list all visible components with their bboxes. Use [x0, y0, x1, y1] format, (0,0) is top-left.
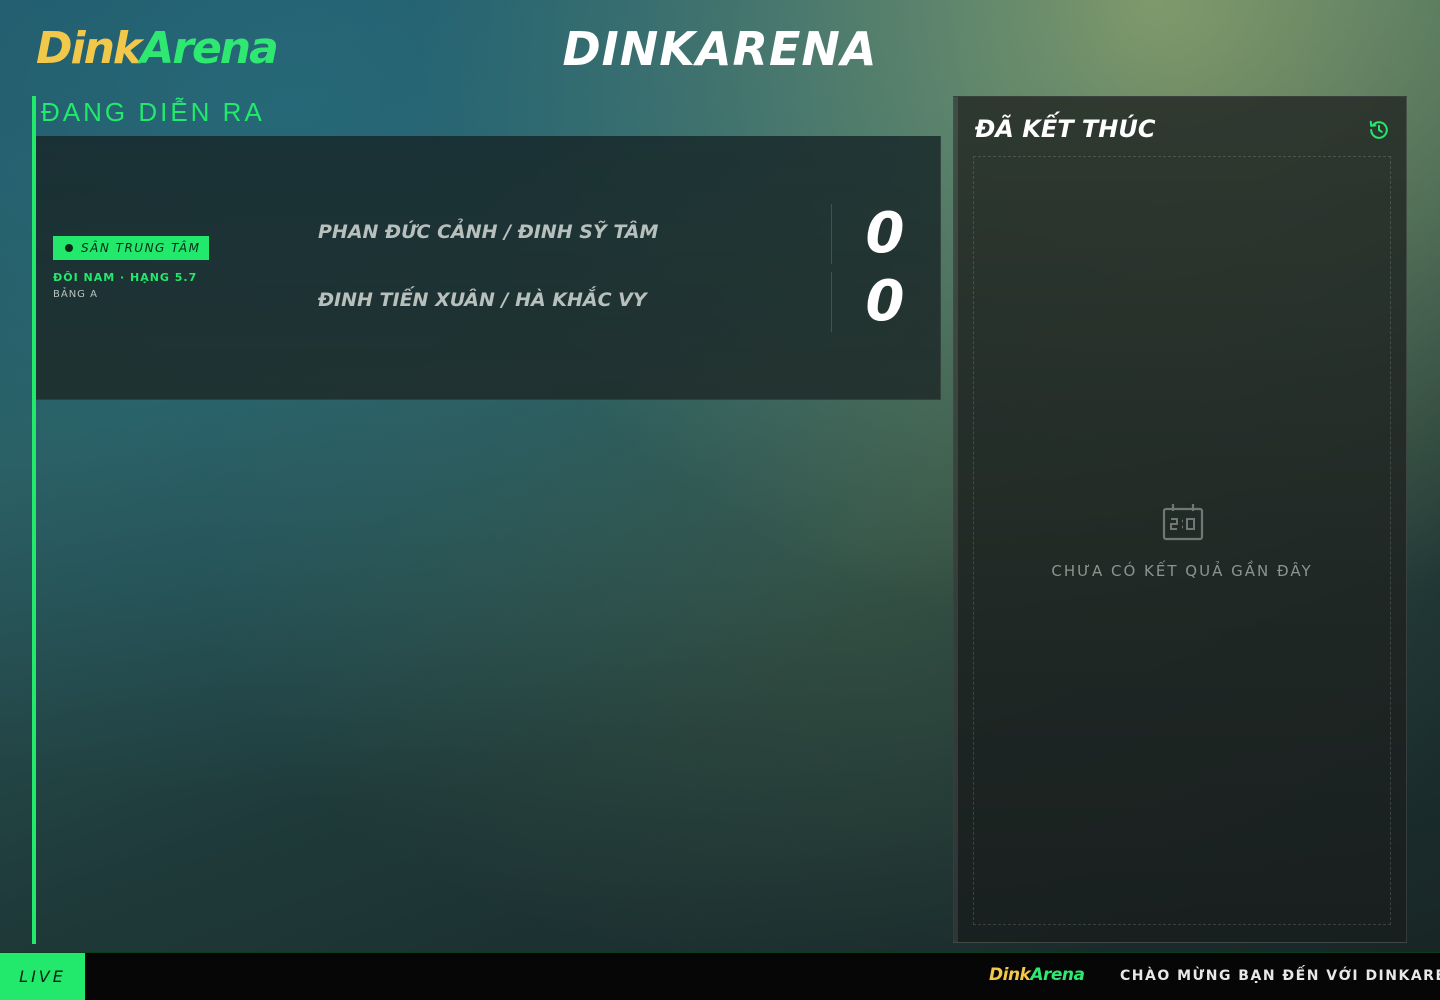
score-divider: [831, 272, 832, 332]
ticker-logo-arena: Arena: [1030, 965, 1085, 985]
finished-matches-panel: ĐÃ KẾT THÚC CHƯA CÓ KẾT QUẢ GẦN ĐÂY: [953, 96, 1407, 943]
live-badge: LIVE: [0, 953, 85, 1000]
scoreboard-icon: [1161, 502, 1205, 542]
ticker-logo: DinkArena: [989, 965, 1085, 985]
team2-name: ĐINH TIẾN XUÂN / HÀ KHẮC VY: [318, 289, 647, 311]
match-group: BẢNG A: [53, 289, 98, 300]
team1-score: 0: [865, 201, 905, 266]
history-icon[interactable]: [1368, 119, 1390, 141]
recent-results-list: CHƯA CÓ KẾT QUẢ GẦN ĐÂY: [973, 156, 1391, 925]
court-badge: SÂN TRUNG TÂM: [53, 236, 209, 260]
team1-name: PHAN ĐỨC CẢNH / ĐINH SỸ TÂM: [318, 221, 659, 243]
court-label: SÂN TRUNG TÂM: [81, 241, 201, 255]
page-title: DINKARENA: [562, 22, 878, 76]
ticker-message: CHÀO MỪNG BẠN ĐẾN VỚI DINKARENA: [1120, 968, 1440, 984]
news-ticker: LIVE DinkArena CHÀO MỪNG BẠN ĐẾN VỚI DIN…: [0, 952, 1440, 1000]
live-match-card[interactable]: SÂN TRUNG TÂM ĐÔI NAM · HẠNG 5.7 BẢNG A …: [36, 136, 941, 400]
finished-section-title: ĐÃ KẾT THÚC: [975, 115, 1156, 143]
score-divider: [831, 204, 832, 264]
match-category: ĐÔI NAM · HẠNG 5.7: [53, 271, 198, 284]
live-dot-icon: [65, 244, 73, 252]
empty-results-message: CHƯA CÓ KẾT QUẢ GẦN ĐÂY: [1051, 562, 1313, 580]
ticker-logo-dink: Dink: [989, 965, 1031, 985]
live-section-title: ĐANG DIỄN RA: [41, 97, 265, 127]
team2-score: 0: [865, 269, 905, 334]
